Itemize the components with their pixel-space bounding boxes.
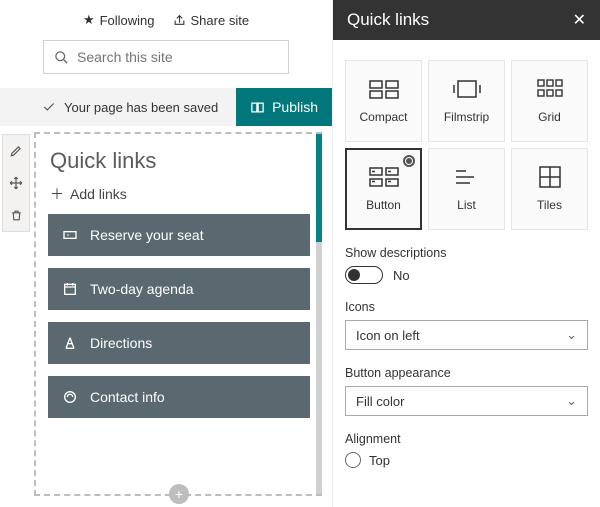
layout-icon	[368, 78, 400, 100]
layout-option-compact[interactable]: Compact	[345, 60, 422, 142]
publish-label: Publish	[272, 99, 318, 115]
quick-link-item[interactable]: Directions	[48, 322, 310, 364]
quick-link-label: Directions	[90, 335, 152, 351]
layout-option-list[interactable]: List	[428, 148, 505, 230]
layout-label: Tiles	[537, 198, 562, 212]
layout-icon	[534, 78, 566, 100]
layout-icon	[368, 166, 400, 188]
show-descriptions-toggle[interactable]	[345, 266, 383, 284]
add-section-button[interactable]: +	[169, 484, 189, 504]
link-icon	[62, 389, 78, 405]
following-label: Following	[100, 13, 155, 28]
layout-label: List	[457, 198, 476, 212]
quick-link-label: Two-day agenda	[90, 281, 194, 297]
panel-title: Quick links	[347, 10, 429, 30]
search-icon	[54, 50, 69, 65]
share-icon	[173, 14, 186, 27]
move-icon[interactable]	[2, 167, 30, 199]
link-icon	[62, 335, 78, 351]
edit-icon[interactable]	[2, 135, 30, 167]
quick-link-item[interactable]: Two-day agenda	[48, 268, 310, 310]
layout-options: Compact Filmstrip Grid Button List Tiles	[345, 60, 588, 230]
layout-icon	[451, 78, 483, 100]
layout-label: Compact	[359, 110, 407, 124]
appearance-label: Button appearance	[345, 366, 588, 380]
radio-icon	[403, 155, 415, 167]
chevron-down-icon: ⌄	[566, 327, 577, 343]
save-notification-bar: Your page has been saved Publish	[0, 88, 332, 126]
quick-link-label: Contact info	[90, 389, 165, 405]
layout-label: Grid	[538, 110, 561, 124]
plus-icon: +	[175, 486, 183, 502]
webpart-title[interactable]: Quick links	[36, 134, 322, 180]
delete-icon[interactable]	[2, 199, 30, 231]
link-icon	[62, 227, 78, 243]
layout-icon	[451, 166, 483, 188]
webpart-toolbelt	[2, 134, 30, 232]
property-panel: Quick links ✕ Compact Filmstrip Grid Button…	[332, 0, 600, 507]
radio-icon	[345, 452, 361, 468]
following-button[interactable]: ★ Following	[83, 12, 155, 28]
star-icon: ★	[83, 12, 95, 28]
chevron-down-icon: ⌄	[566, 393, 577, 409]
share-site-button[interactable]: Share site	[173, 13, 250, 28]
appearance-value: Fill color	[356, 394, 404, 409]
search-box[interactable]	[43, 40, 289, 74]
layout-icon	[534, 166, 566, 188]
quick-link-item[interactable]: Contact info	[48, 376, 310, 418]
page-top-actions: ★ Following Share site	[0, 4, 332, 36]
check-icon	[42, 100, 56, 114]
close-icon[interactable]: ✕	[573, 10, 586, 30]
layout-option-grid[interactable]: Grid	[511, 60, 588, 142]
alignment-value: Top	[369, 453, 390, 468]
save-message: Your page has been saved	[64, 100, 218, 115]
quick-link-item[interactable]: Reserve your seat	[48, 214, 310, 256]
link-icon	[62, 281, 78, 297]
quick-links-webpart[interactable]: Quick links ＋ Add links Reserve your sea…	[34, 132, 322, 496]
appearance-select[interactable]: Fill color ⌄	[345, 386, 588, 416]
layout-option-button[interactable]: Button	[345, 148, 422, 230]
layout-label: Filmstrip	[444, 110, 489, 124]
share-label: Share site	[191, 13, 250, 28]
add-links-button[interactable]: ＋ Add links	[36, 180, 322, 214]
panel-header: Quick links ✕	[333, 0, 600, 40]
icons-select[interactable]: Icon on left ⌄	[345, 320, 588, 350]
layout-option-filmstrip[interactable]: Filmstrip	[428, 60, 505, 142]
icons-value: Icon on left	[356, 328, 420, 343]
alignment-label: Alignment	[345, 432, 588, 446]
plus-icon: ＋	[50, 184, 64, 204]
alignment-top-option[interactable]: Top	[345, 452, 588, 468]
show-descriptions-value: No	[393, 268, 410, 283]
icons-label: Icons	[345, 300, 588, 314]
layout-label: Button	[366, 198, 401, 212]
search-input[interactable]	[77, 49, 278, 65]
book-icon	[250, 100, 265, 115]
quick-link-label: Reserve your seat	[90, 227, 204, 243]
layout-option-tiles[interactable]: Tiles	[511, 148, 588, 230]
show-descriptions-label: Show descriptions	[345, 246, 588, 260]
add-links-label: Add links	[70, 186, 127, 202]
publish-button[interactable]: Publish	[236, 88, 332, 126]
